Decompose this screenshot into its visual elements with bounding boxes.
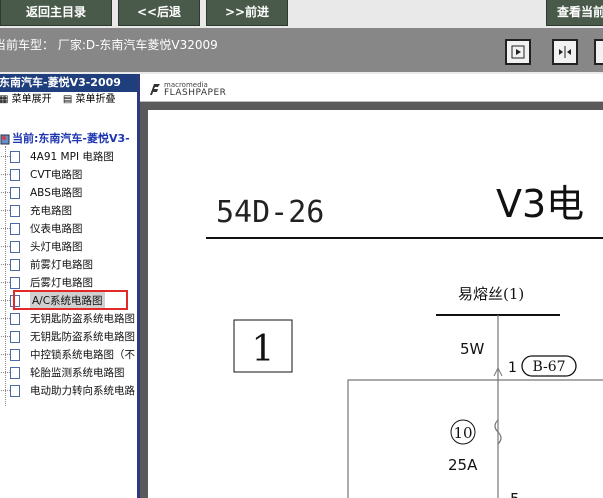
forward-button[interactable]: >>前进 bbox=[206, 0, 288, 26]
tree-item[interactable]: 无钥匙防盗系统电路图 bbox=[0, 328, 140, 346]
document-icon bbox=[10, 169, 20, 181]
info-bar: 当前车型： 厂家:D-东南汽车菱悦V32009 bbox=[0, 28, 603, 72]
tree-item-label: 无钥匙防盗系统电路图 bbox=[30, 331, 135, 343]
amperage-label: 25A bbox=[448, 456, 478, 474]
tree-connector bbox=[1, 282, 10, 283]
document-icon bbox=[10, 241, 20, 253]
flashpaper-logo: macromedia FLASHPAPER bbox=[148, 81, 226, 98]
connector-label: B-67 bbox=[532, 359, 565, 375]
tree-list: 当前:东南汽车-菱悦V3- 4A91 MPI 电路图 CVT电路图 ABS电路图 充电… bbox=[0, 130, 140, 406]
tree-connector bbox=[1, 228, 10, 229]
expand-menu-link[interactable]: 菜单展开 bbox=[12, 92, 52, 108]
document-icon bbox=[10, 259, 20, 271]
fuse-label: 易熔丝(1) bbox=[458, 285, 524, 303]
view-current-button[interactable]: 查看当前 bbox=[546, 0, 603, 26]
split-arrows-icon bbox=[559, 46, 571, 58]
fuse-number: 10 bbox=[453, 424, 472, 442]
selection-highlight bbox=[13, 290, 128, 310]
tree-item[interactable]: 头灯电路图 bbox=[0, 238, 140, 256]
tree-item-label: 4A91 MPI 电路图 bbox=[30, 151, 114, 163]
tree-connector bbox=[1, 336, 10, 337]
tree-root[interactable]: 当前:东南汽车-菱悦V3- bbox=[0, 130, 140, 148]
tree-controls: ▦ 菜单展开 ▤ 菜单折叠 bbox=[0, 92, 140, 108]
document-icon bbox=[10, 313, 20, 325]
tree-item-label: 头灯电路图 bbox=[30, 241, 83, 253]
tree-item[interactable]: 无钥匙防盗系统电路图 bbox=[0, 310, 140, 328]
pin-bottom: 5 bbox=[510, 490, 520, 498]
document-icon bbox=[10, 151, 20, 163]
arrow-right-icon bbox=[511, 45, 525, 59]
collapse-menu-link[interactable]: 菜单折叠 bbox=[75, 92, 115, 108]
tree-item-label: 电动助力转向系统电路 bbox=[30, 385, 135, 397]
tree-item-label: ABS电路图 bbox=[30, 187, 83, 199]
document-icon bbox=[10, 331, 20, 343]
tree-connector bbox=[1, 210, 10, 211]
tree-item-label: 仪表电路图 bbox=[30, 223, 83, 235]
tree-connector bbox=[1, 246, 10, 247]
tree-item-label: 轮胎监测系统电路图 bbox=[30, 367, 125, 379]
current-model-label: 当前车型： 厂家:D-东南汽车菱悦V32009 bbox=[0, 38, 218, 52]
tree-item[interactable]: 充电路图 bbox=[0, 202, 140, 220]
back-button[interactable]: <<后退 bbox=[118, 0, 200, 26]
wattage-label: 5W bbox=[460, 340, 485, 358]
panel-left-button[interactable] bbox=[594, 39, 603, 65]
tree-connector bbox=[1, 354, 10, 355]
tree-connector bbox=[1, 372, 10, 373]
tree-item-label: 前雾灯电路图 bbox=[30, 259, 93, 271]
document-icon bbox=[10, 277, 20, 289]
document-icon bbox=[10, 367, 20, 379]
tree-connector bbox=[1, 318, 10, 319]
flashpaper-icon bbox=[150, 84, 160, 95]
tree-connector bbox=[1, 174, 10, 175]
tree-panel: 东南汽车-菱悦V3-2009 ▦ 菜单展开 ▤ 菜单折叠 当前:东南汽车-菱悦V… bbox=[0, 74, 140, 498]
diagram-page: 54D-26 V3电 易熔丝(1) 1 5W 1 B-67 10 25A 5 bbox=[148, 110, 603, 498]
tree-item-label: 充电路图 bbox=[30, 205, 72, 217]
document-icon bbox=[10, 187, 20, 199]
panel-right-button[interactable] bbox=[505, 39, 531, 65]
tree-connector bbox=[1, 390, 10, 391]
box-number: 1 bbox=[252, 329, 275, 370]
tree-item[interactable]: 中控锁系统电路图（不 bbox=[0, 346, 140, 364]
diagram-code: 54D-26 bbox=[216, 195, 324, 230]
tree-item[interactable]: 电动助力转向系统电路 bbox=[0, 382, 140, 400]
tree-item[interactable]: ABS电路图 bbox=[0, 184, 140, 202]
home-button[interactable]: 返回主目录 bbox=[0, 0, 112, 26]
top-nav-bar: 返回主目录 <<后退 >>前进 查看当前 bbox=[0, 0, 603, 27]
tree-connector bbox=[1, 300, 10, 301]
tree-item[interactable]: A/C系统电路图 bbox=[0, 290, 140, 310]
tree-item-label: CVT电路图 bbox=[30, 169, 83, 181]
folder-icon bbox=[0, 134, 10, 145]
document-viewer: macromedia FLASHPAPER 54D-26 V3电 易熔丝(1) … bbox=[140, 74, 603, 498]
circuit-box-outline bbox=[347, 379, 603, 498]
tree-connector bbox=[1, 192, 10, 193]
tree-connector bbox=[1, 264, 10, 265]
tree-item[interactable]: 4A91 MPI 电路图 bbox=[0, 148, 140, 166]
flashpaper-toolbar: macromedia FLASHPAPER bbox=[140, 74, 603, 102]
document-icon bbox=[10, 349, 20, 361]
tree-item[interactable]: 前雾灯电路图 bbox=[0, 256, 140, 274]
tree-item[interactable]: CVT电路图 bbox=[0, 166, 140, 184]
tree-item[interactable]: 仪表电路图 bbox=[0, 220, 140, 238]
document-icon bbox=[10, 205, 20, 217]
tree-item-label: 中控锁系统电路图（不 bbox=[30, 349, 135, 361]
pin-top: 1 bbox=[508, 360, 517, 376]
tree-header: 东南汽车-菱悦V3-2009 bbox=[0, 74, 140, 92]
panel-split-button[interactable] bbox=[552, 39, 578, 65]
document-icon bbox=[10, 385, 20, 397]
tree-connector bbox=[1, 156, 10, 157]
diagram-title: V3电 bbox=[496, 182, 584, 226]
wiring-diagram: 54D-26 V3电 易熔丝(1) 1 5W 1 B-67 10 25A 5 bbox=[206, 182, 603, 498]
tree-item-label: 无钥匙防盗系统电路图 bbox=[30, 313, 135, 325]
document-icon bbox=[10, 223, 20, 235]
tree-item[interactable]: 轮胎监测系统电路图 bbox=[0, 364, 140, 382]
